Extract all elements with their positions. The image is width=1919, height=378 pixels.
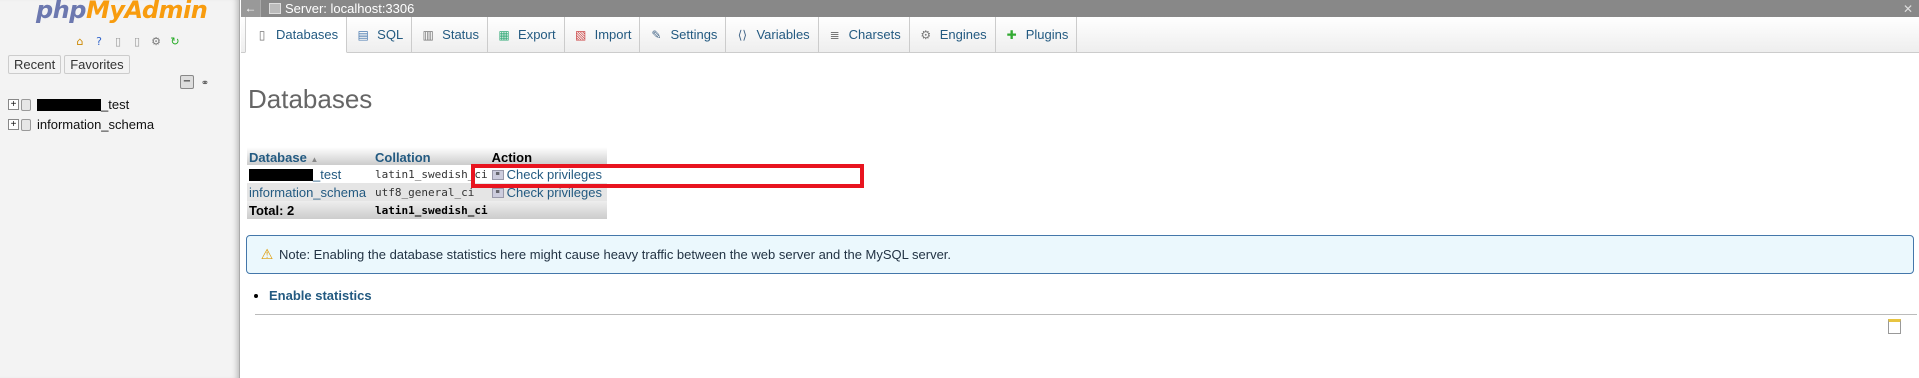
check-privileges-link[interactable]: Check privileges — [507, 185, 602, 200]
collapse-all-icon[interactable]: − — [180, 75, 194, 89]
navigation-panel: phpMyAdmin ⌂ ? ▯ ▯ ⚙ ↻ Recent Favorites … — [0, 0, 240, 378]
database-icon — [21, 98, 31, 111]
databases-table: Database ▲ Collation Action _test latin1… — [247, 147, 607, 219]
tab-export[interactable]: ▦ Export — [488, 17, 565, 52]
tab-label: Import — [594, 27, 632, 42]
collapse-icon[interactable]: ✕ — [1903, 2, 1913, 16]
privileges-icon[interactable]: ≡ — [491, 170, 504, 181]
documentation-icon[interactable]: ▯ — [110, 33, 126, 49]
tab-databases[interactable]: ▯ Databases — [245, 17, 348, 53]
column-header-collation[interactable]: Collation — [373, 147, 490, 165]
tab-settings[interactable]: ✎ Settings — [640, 17, 727, 52]
tree-item-label: information_schema — [37, 117, 155, 132]
logo-myadmin-text: MyAdmin — [85, 0, 208, 24]
tree-item-label: _test — [101, 97, 130, 112]
tree-item-test-db[interactable]: + _test — [8, 97, 129, 112]
tab-status[interactable]: ▥ Status — [412, 17, 489, 52]
recent-tab[interactable]: Recent — [8, 55, 62, 74]
table-header-row: Database ▲ Collation Action — [247, 147, 607, 165]
enable-statistics-link[interactable]: Enable statistics — [269, 288, 372, 303]
logo-php-text: php — [36, 0, 86, 24]
plugins-icon: ✚ — [1006, 27, 1017, 42]
top-menu-tabs: ▯ Databases ▤ SQL ▥ Status ▦ Export ▧ Import … — [241, 17, 1919, 53]
action-cell: ≡ Check privileges — [490, 165, 607, 183]
statistics-list: Enable statistics — [269, 288, 372, 303]
variables-icon: ⟨⟩ — [737, 27, 748, 42]
tab-label: Databases — [276, 27, 339, 42]
main-panel: ← Server: localhost:3306 ✕ ▯ Databases ▤ S… — [241, 0, 1919, 378]
table-row: _test latin1_swedish_ci ≡ Check privilege… — [247, 165, 607, 183]
tab-label: Charsets — [848, 27, 901, 42]
total-label: Total: 2 — [249, 202, 295, 218]
tab-plugins[interactable]: ✚ Plugins — [996, 17, 1078, 52]
phpmyadmin-logo[interactable]: phpMyAdmin — [36, 0, 208, 24]
back-button[interactable]: ← — [241, 0, 261, 17]
database-link[interactable]: _test — [313, 167, 341, 182]
tab-charsets[interactable]: ≣ Charsets — [819, 17, 910, 52]
database-icon — [21, 118, 31, 131]
sql-icon: ▤ — [357, 27, 369, 42]
redacted-block — [249, 169, 313, 182]
tab-label: Engines — [939, 27, 987, 42]
link-icon[interactable]: ⚭ — [197, 75, 213, 91]
database-cell[interactable]: information_schema — [247, 183, 373, 201]
engines-icon: ⚙ — [920, 27, 932, 42]
total-row: Total: 2 latin1_swedish_ci — [247, 201, 607, 219]
expand-icon[interactable]: + — [8, 99, 19, 110]
tab-label: Export — [518, 27, 556, 42]
database-icon: ▯ — [258, 27, 266, 42]
collation-cell: utf8_general_ci — [375, 185, 475, 199]
tab-import[interactable]: ▧ Import — [565, 17, 641, 52]
collation-cell: latin1_swedish_ci — [375, 167, 488, 181]
tab-label: Status — [442, 27, 480, 42]
gear-icon[interactable]: ⚙ — [148, 33, 164, 49]
tab-sql[interactable]: ▤ SQL — [347, 17, 413, 52]
tree-item-information-schema[interactable]: + information_schema — [8, 117, 154, 132]
home-icon[interactable]: ⌂ — [72, 33, 88, 49]
nav-tabs: Recent Favorites — [8, 55, 130, 74]
nav-icon-bar: ⌂ ? ▯ ▯ ⚙ ↻ — [72, 33, 183, 49]
table-row: information_schema utf8_general_ci ≡ Chec… — [247, 183, 607, 201]
warning-icon: ⚠ — [260, 246, 274, 262]
sort-collation-link[interactable]: Collation — [375, 150, 431, 165]
tab-label: SQL — [377, 27, 404, 42]
tab-variables[interactable]: ⟨⟩ Variables — [726, 17, 819, 52]
tree-controls: − ⚭ — [180, 75, 213, 91]
sql-docs-icon[interactable]: ▯ — [129, 33, 145, 49]
status-icon: ▥ — [422, 27, 434, 42]
tab-label: Settings — [670, 27, 718, 42]
total-action-cell — [490, 201, 607, 219]
sort-database-link[interactable]: Database — [249, 150, 307, 165]
page-title: Databases — [248, 84, 373, 114]
page-settings-icon[interactable] — [1888, 319, 1901, 334]
database-cell[interactable]: _test — [247, 165, 373, 183]
server-icon — [269, 3, 281, 14]
notice-text: Note: Enabling the database statistics h… — [279, 247, 952, 262]
sort-icon[interactable]: ▲ — [310, 155, 318, 164]
privileges-icon[interactable]: ≡ — [491, 188, 504, 199]
redacted-block — [37, 98, 101, 111]
tab-engines[interactable]: ⚙ Engines — [910, 17, 996, 52]
tab-label: Variables — [756, 27, 810, 42]
action-cell: ≡ Check privileges — [490, 183, 607, 201]
expand-icon[interactable]: + — [8, 119, 19, 130]
total-collation: latin1_swedish_ci — [375, 203, 488, 217]
column-header-action: Action — [489, 147, 607, 165]
reload-icon[interactable]: ↻ — [167, 33, 183, 49]
tab-label: Plugins — [1025, 27, 1069, 42]
help-icon[interactable]: ? — [91, 33, 107, 49]
import-icon: ▧ — [574, 27, 587, 42]
notice-message: ⚠ Note: Enabling the database statistics… — [246, 235, 1914, 274]
server-breadcrumb[interactable]: Server: localhost:3306 — [285, 1, 414, 16]
favorites-tab[interactable]: Favorites — [64, 55, 130, 74]
column-header-database[interactable]: Database ▲ — [247, 147, 373, 165]
export-icon: ▦ — [498, 27, 510, 42]
database-link[interactable]: information_schema — [249, 185, 366, 200]
server-breadcrumb-bar: ← Server: localhost:3306 ✕ — [241, 0, 1919, 17]
check-privileges-link[interactable]: Check privileges — [507, 167, 602, 182]
charsets-icon: ≣ — [829, 27, 840, 42]
list-item: Enable statistics — [269, 288, 372, 303]
divider — [255, 314, 1917, 315]
wrench-icon: ✎ — [651, 27, 662, 42]
